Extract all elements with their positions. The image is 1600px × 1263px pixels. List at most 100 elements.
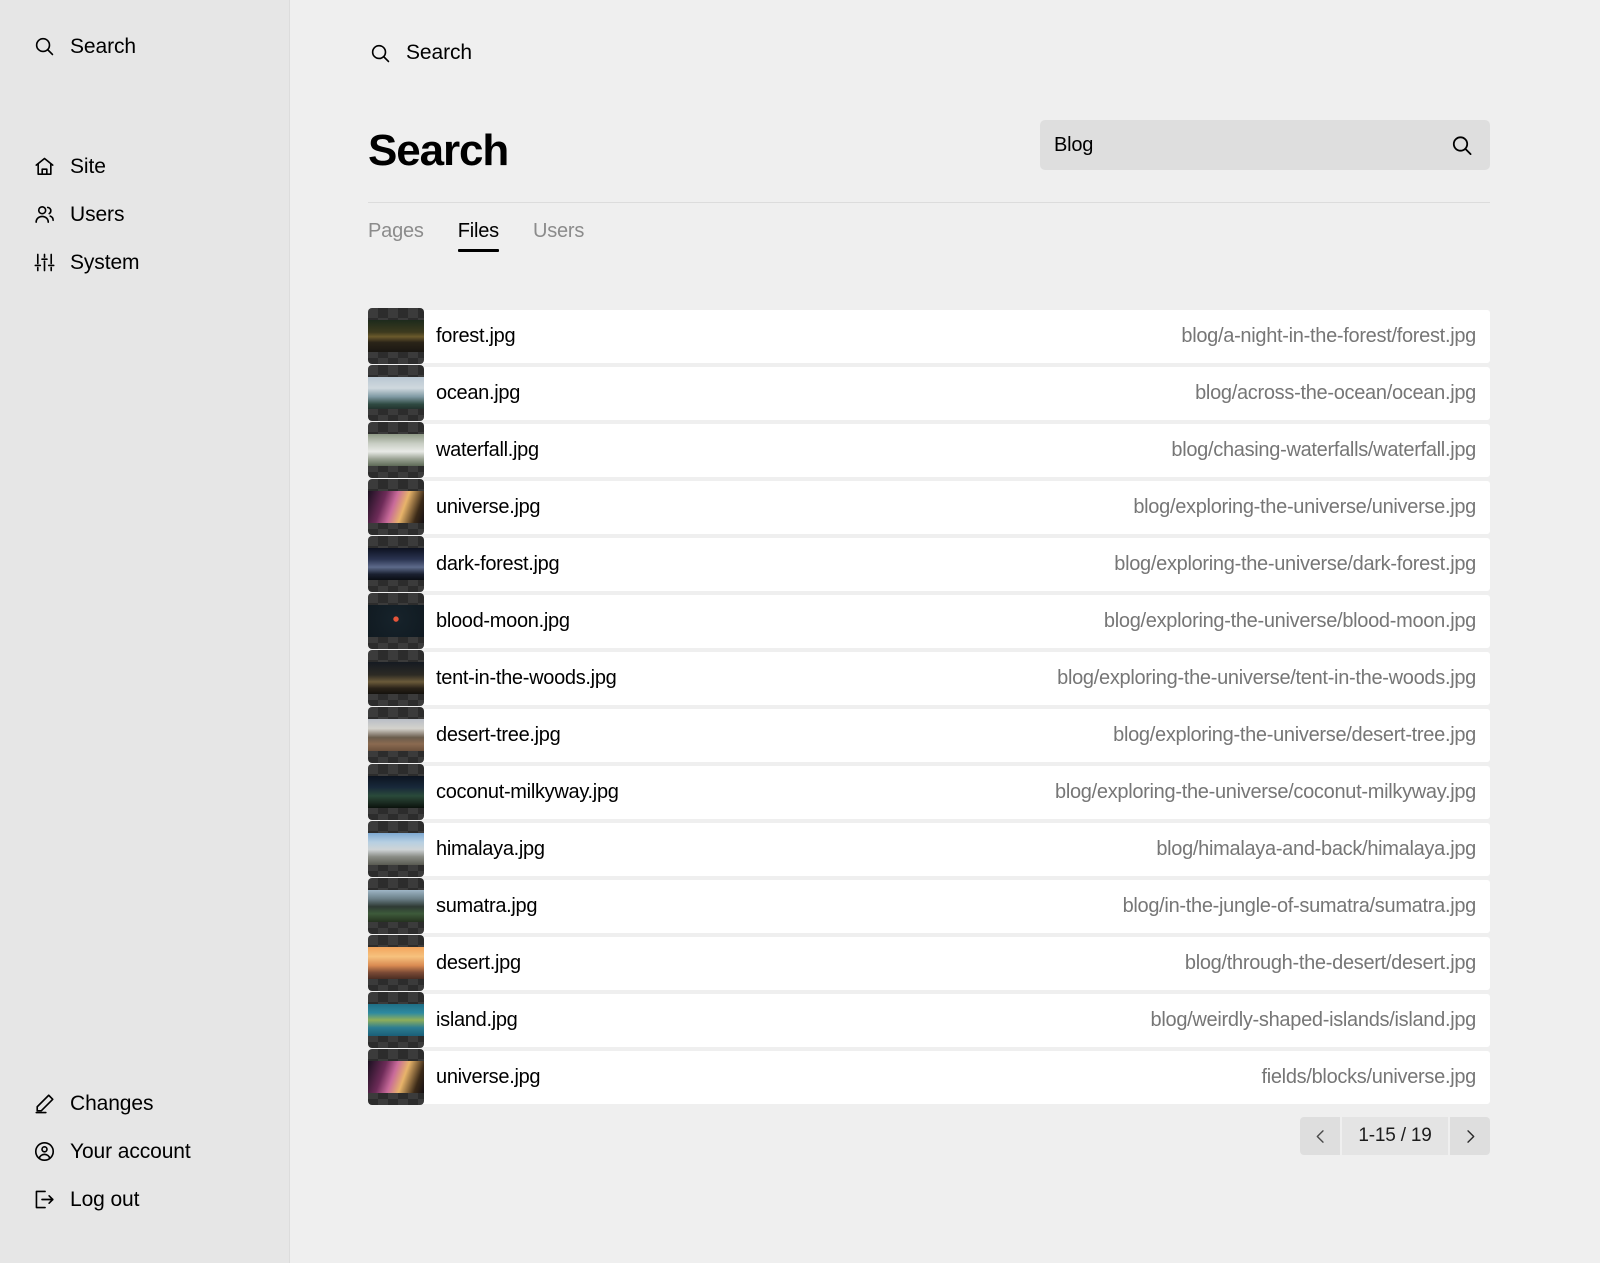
file-row[interactable]: sumatra.jpg blog/in-the-jungle-of-sumatra… (368, 878, 1490, 935)
user-circle-icon (32, 1139, 56, 1163)
app-root: Search Site Users System Changes Your ac… (0, 0, 1600, 1263)
file-path: blog/in-the-jungle-of-sumatra/sumatra.jp… (1122, 895, 1477, 918)
sidebar-item-label: Log out (70, 1187, 140, 1211)
tabs: Pages Files Users (368, 202, 1490, 253)
file-name: dark-forest.jpg (436, 553, 560, 576)
sidebar-item-system[interactable]: System (0, 238, 289, 286)
file-thumbnail (368, 878, 424, 935)
page-header: Search (368, 120, 1490, 174)
file-thumbnail (368, 479, 424, 536)
file-name: desert.jpg (436, 952, 521, 975)
sidebar-item-search[interactable]: Search (0, 22, 289, 70)
chevron-right-icon (1462, 1128, 1479, 1145)
file-name: island.jpg (436, 1009, 518, 1032)
file-path: blog/exploring-the-universe/dark-forest.… (1114, 553, 1476, 576)
thumbnail-image (368, 1004, 424, 1037)
file-row[interactable]: island.jpg blog/weirdly-shaped-islands/is… (368, 992, 1490, 1049)
file-path: blog/weirdly-shaped-islands/island.jpg (1150, 1009, 1477, 1032)
file-path: blog/exploring-the-universe/coconut-milk… (1055, 781, 1476, 804)
file-thumbnail (368, 707, 424, 764)
file-row[interactable]: coconut-milkyway.jpg blog/exploring-the-u… (368, 764, 1490, 821)
pagination-group: 1-15 / 19 (1300, 1117, 1490, 1156)
file-row[interactable]: blood-moon.jpg blog/exploring-the-univers… (368, 593, 1490, 650)
file-thumbnail (368, 935, 424, 992)
file-row[interactable]: waterfall.jpg blog/chasing-waterfalls/wat… (368, 422, 1490, 479)
file-thumbnail (368, 764, 424, 821)
sidebar-item-label: Site (70, 154, 106, 178)
sidebar-item-log-out[interactable]: Log out (0, 1175, 289, 1223)
thumbnail-image (368, 320, 424, 353)
file-thumbnail (368, 365, 424, 422)
file-path: blog/exploring-the-universe/universe.jpg (1133, 496, 1476, 519)
users-icon (32, 202, 56, 226)
file-name: blood-moon.jpg (436, 610, 570, 633)
page-title: Search (368, 126, 509, 175)
file-thumbnail (368, 1049, 424, 1106)
file-name: forest.jpg (436, 325, 516, 348)
home-icon (32, 154, 56, 178)
pencil-icon (32, 1091, 56, 1115)
thumbnail-image (368, 890, 424, 923)
file-row[interactable]: tent-in-the-woods.jpg blog/exploring-the-… (368, 650, 1490, 707)
thumbnail-image (368, 1061, 424, 1094)
sidebar-top: Search Site Users System (0, 0, 289, 286)
file-name: himalaya.jpg (436, 838, 545, 861)
tab-pages[interactable]: Pages (368, 221, 424, 252)
tab-files[interactable]: Files (457, 221, 500, 253)
file-path: blog/across-the-ocean/ocean.jpg (1195, 382, 1476, 405)
sidebar-item-your-account[interactable]: Your account (0, 1127, 289, 1175)
file-row[interactable]: universe.jpg fields/blocks/universe.jpg (368, 1049, 1490, 1106)
search-icon (368, 41, 392, 65)
file-thumbnail (368, 992, 424, 1049)
file-path: blog/exploring-the-universe/tent-in-the-… (1057, 667, 1476, 690)
thumbnail-image (368, 434, 424, 467)
file-name: sumatra.jpg (436, 895, 538, 918)
file-path: fields/blocks/universe.jpg (1261, 1066, 1476, 1089)
file-name: waterfall.jpg (436, 439, 539, 462)
file-name: desert-tree.jpg (436, 724, 561, 747)
sidebar-item-label: System (70, 250, 140, 274)
search-field[interactable] (1040, 120, 1490, 170)
sidebar-item-changes[interactable]: Changes (0, 1079, 289, 1127)
file-row[interactable]: forest.jpg blog/a-night-in-the-forest/for… (368, 308, 1490, 365)
pagination-next-button[interactable] (1450, 1117, 1490, 1155)
file-thumbnail (368, 308, 424, 365)
file-path: blog/a-night-in-the-forest/forest.jpg (1181, 325, 1476, 348)
file-name: coconut-milkyway.jpg (436, 781, 619, 804)
file-list: forest.jpg blog/a-night-in-the-forest/for… (368, 308, 1490, 1106)
sidebar-item-label: Search (70, 34, 136, 58)
search-input[interactable] (1054, 133, 1440, 157)
sidebar-item-label: Users (70, 202, 125, 226)
file-row[interactable]: universe.jpg blog/exploring-the-universe/… (368, 479, 1490, 536)
search-icon[interactable] (1450, 133, 1474, 157)
thumbnail-image (368, 776, 424, 809)
sidebar-item-users[interactable]: Users (0, 190, 289, 238)
file-row[interactable]: dark-forest.jpg blog/exploring-the-univer… (368, 536, 1490, 593)
file-row[interactable]: desert-tree.jpg blog/exploring-the-univer… (368, 707, 1490, 764)
file-row[interactable]: ocean.jpg blog/across-the-ocean/ocean.jpg (368, 365, 1490, 422)
file-thumbnail (368, 536, 424, 593)
chevron-left-icon (1312, 1128, 1329, 1145)
breadcrumb-label: Search (406, 41, 472, 64)
thumbnail-image (368, 833, 424, 866)
thumbnail-image (368, 605, 424, 638)
search-icon (32, 34, 56, 58)
sidebar-item-label: Changes (70, 1091, 154, 1115)
pagination-prev-button[interactable] (1300, 1117, 1340, 1155)
sidebar: Search Site Users System Changes Your ac… (0, 0, 290, 1263)
file-name: universe.jpg (436, 496, 541, 519)
sidebar-footer: Changes Your account Log out (0, 1079, 289, 1233)
thumbnail-image (368, 548, 424, 581)
file-name: universe.jpg (436, 1066, 541, 1089)
file-path: blog/himalaya-and-back/himalaya.jpg (1156, 838, 1476, 861)
file-path: blog/exploring-the-universe/desert-tree.… (1113, 724, 1476, 747)
file-row[interactable]: himalaya.jpg blog/himalaya-and-back/himal… (368, 821, 1490, 878)
sidebar-item-site[interactable]: Site (0, 142, 289, 190)
tab-users[interactable]: Users (533, 221, 584, 252)
file-path: blog/through-the-desert/desert.jpg (1184, 952, 1476, 975)
file-row[interactable]: desert.jpg blog/through-the-desert/desert… (368, 935, 1490, 992)
thumbnail-image (368, 377, 424, 410)
pagination: 1-15 / 19 (368, 1117, 1490, 1156)
main-content: Search Search Pages Files Users forest.j… (290, 0, 1600, 1263)
